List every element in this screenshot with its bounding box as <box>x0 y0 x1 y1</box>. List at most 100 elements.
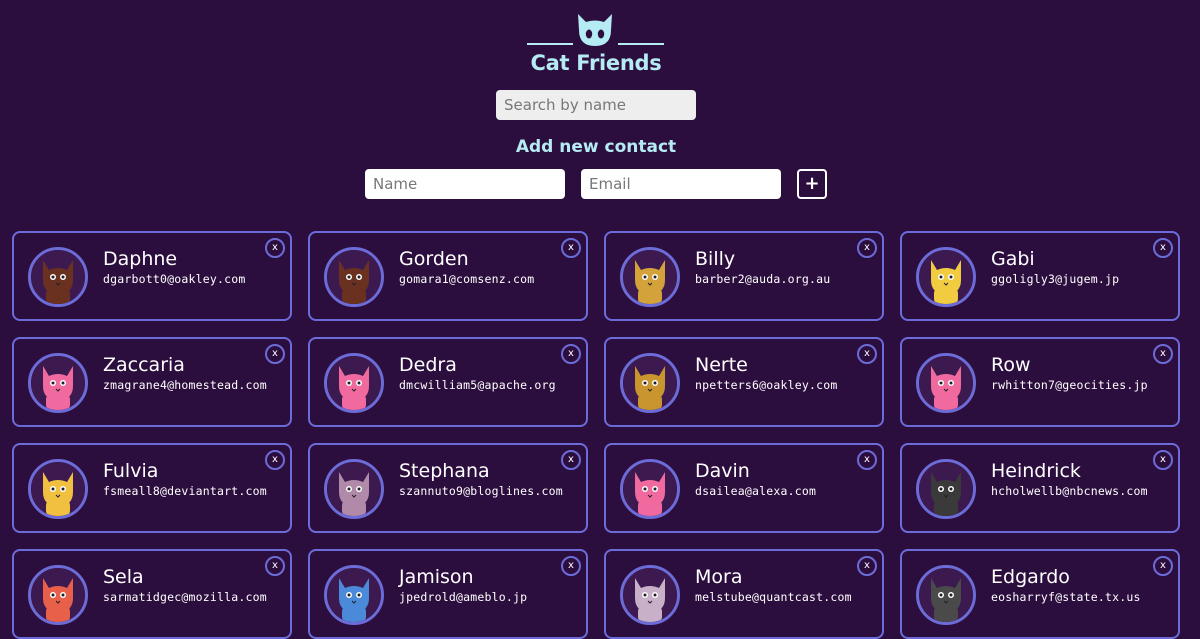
contact-name: Gabi <box>991 248 1035 270</box>
contact-name: Dedra <box>399 354 457 376</box>
contact-name: Zaccaria <box>103 354 185 376</box>
avatar <box>324 565 384 625</box>
cat-avatar-icon <box>327 356 381 410</box>
avatar <box>916 353 976 413</box>
contact-name: Billy <box>695 248 736 270</box>
avatar <box>324 247 384 307</box>
delete-contact-button[interactable]: x <box>561 344 581 364</box>
contact-card: Dedra dmcwilliam5@apache.org x <box>308 337 588 427</box>
contact-name: Sela <box>103 566 144 588</box>
contact-email: dmcwilliam5@apache.org <box>399 378 556 392</box>
contact-card: Gorden gomara1@comsenz.com x <box>308 231 588 321</box>
contact-email: rwhitton7@geocities.jp <box>991 378 1148 392</box>
contact-card: Daphne dgarbott0@oakley.com x <box>12 231 292 321</box>
cat-avatar-icon <box>623 568 677 622</box>
avatar <box>916 565 976 625</box>
contact-name: Jamison <box>399 566 474 588</box>
contact-email: zmagrane4@homestead.com <box>103 378 267 392</box>
contact-email: dgarbott0@oakley.com <box>103 272 246 286</box>
contact-card: Row rwhitton7@geocities.jp x <box>900 337 1180 427</box>
avatar <box>620 565 680 625</box>
logo-line-left <box>527 43 573 45</box>
delete-contact-button[interactable]: x <box>265 344 285 364</box>
contact-name: Stephana <box>399 460 490 482</box>
contact-name: Nerte <box>695 354 748 376</box>
cat-avatar-icon <box>31 568 85 622</box>
cat-avatar-icon <box>327 462 381 516</box>
contact-email: barber2@auda.org.au <box>695 272 831 286</box>
delete-contact-button[interactable]: x <box>265 238 285 258</box>
contact-email: szannuto9@bloglines.com <box>399 484 563 498</box>
delete-contact-button[interactable]: x <box>857 238 877 258</box>
contact-card: Edgardo eosharryf@state.tx.us x <box>900 549 1180 639</box>
contact-email: hcholwellb@nbcnews.com <box>991 484 1148 498</box>
contact-card: Stephana szannuto9@bloglines.com x <box>308 443 588 533</box>
contact-card: Gabi ggoligly3@jugem.jp x <box>900 231 1180 321</box>
contact-email: ggoligly3@jugem.jp <box>991 272 1120 286</box>
cat-avatar-icon <box>919 356 973 410</box>
cat-avatar-icon <box>623 356 677 410</box>
contact-card: Nerte npetters6@oakley.com x <box>604 337 884 427</box>
cat-avatar-icon <box>919 568 973 622</box>
cat-avatar-icon <box>31 250 85 304</box>
cat-avatar-icon <box>31 356 85 410</box>
contact-email: fsmeall8@deviantart.com <box>103 484 267 498</box>
cat-avatar-icon <box>327 568 381 622</box>
delete-contact-button[interactable]: x <box>857 344 877 364</box>
delete-contact-button[interactable]: x <box>265 556 285 576</box>
delete-contact-button[interactable]: x <box>561 450 581 470</box>
cat-avatar-icon <box>623 250 677 304</box>
add-contact-heading: Add new contact <box>515 137 677 157</box>
contact-name: Edgardo <box>991 566 1070 588</box>
avatar <box>28 247 88 307</box>
contact-card: Jamison jpedrold@ameblo.jp x <box>308 549 588 639</box>
delete-contact-button[interactable]: x <box>561 556 581 576</box>
contact-email: npetters6@oakley.com <box>695 378 838 392</box>
cat-avatar-icon <box>327 250 381 304</box>
contact-name: Fulvia <box>103 460 159 482</box>
cat-icon <box>578 14 612 46</box>
contact-name: Daphne <box>103 248 178 270</box>
delete-contact-button[interactable]: x <box>1153 344 1173 364</box>
delete-contact-button[interactable]: x <box>1153 556 1173 576</box>
cat-avatar-icon <box>919 462 973 516</box>
contact-name: Gorden <box>399 248 469 270</box>
contact-name: Davin <box>695 460 750 482</box>
avatar <box>916 247 976 307</box>
avatar <box>324 353 384 413</box>
avatar <box>620 247 680 307</box>
contact-name: Mora <box>695 566 743 588</box>
avatar <box>620 459 680 519</box>
app-logo: Cat Friends <box>526 10 666 80</box>
app-title: Cat Friends <box>530 51 662 75</box>
name-field[interactable] <box>365 169 565 199</box>
contact-email: dsailea@alexa.com <box>695 484 817 498</box>
delete-contact-button[interactable]: x <box>265 450 285 470</box>
cat-avatar-icon <box>623 462 677 516</box>
contact-card: Fulvia fsmeall8@deviantart.com x <box>12 443 292 533</box>
delete-contact-button[interactable]: x <box>1153 450 1173 470</box>
contact-card: Billy barber2@auda.org.au x <box>604 231 884 321</box>
app-header: Cat Friends <box>0 0 1200 80</box>
search-input[interactable] <box>496 90 696 120</box>
contact-card: Heindrick hcholwellb@nbcnews.com x <box>900 443 1180 533</box>
add-contact-button[interactable]: + <box>797 169 827 199</box>
contact-card: Zaccaria zmagrane4@homestead.com x <box>12 337 292 427</box>
logo-line-right <box>618 43 664 45</box>
email-field[interactable] <box>581 169 781 199</box>
delete-contact-button[interactable]: x <box>561 238 581 258</box>
delete-contact-button[interactable]: x <box>857 556 877 576</box>
contact-card: Davin dsailea@alexa.com x <box>604 443 884 533</box>
delete-contact-button[interactable]: x <box>857 450 877 470</box>
avatar <box>28 353 88 413</box>
avatar <box>916 459 976 519</box>
avatar <box>28 565 88 625</box>
contact-name: Heindrick <box>991 460 1081 482</box>
contact-card: Mora melstube@quantcast.com x <box>604 549 884 639</box>
contact-email: gomara1@comsenz.com <box>399 272 535 286</box>
cat-avatar-icon <box>31 462 85 516</box>
contact-card: Sela sarmatidgec@mozilla.com x <box>12 549 292 639</box>
delete-contact-button[interactable]: x <box>1153 238 1173 258</box>
avatar <box>620 353 680 413</box>
cat-avatar-icon <box>919 250 973 304</box>
